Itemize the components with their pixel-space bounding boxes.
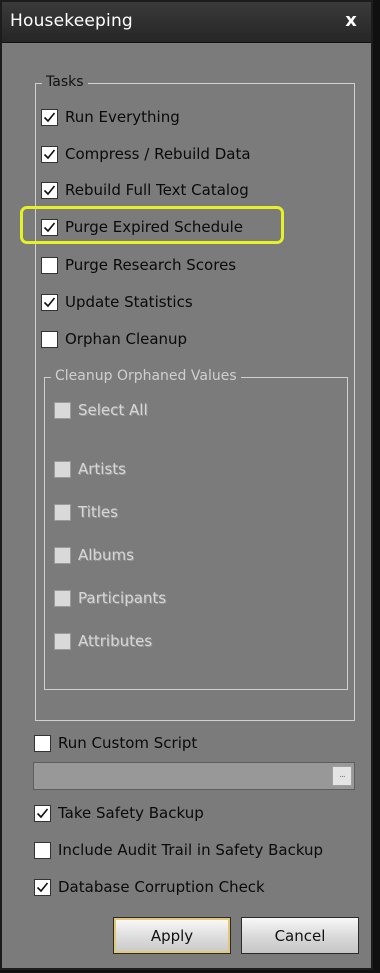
checkbox-box[interactable] — [54, 503, 71, 521]
checkbox-label: Purge Expired Schedule — [65, 218, 244, 236]
checkbox-label: Update Statistics — [65, 293, 193, 311]
checkbox-label: Select All — [78, 401, 148, 419]
checkbox-box[interactable] — [54, 401, 71, 419]
checkbox-run-everything[interactable]: Run Everything — [41, 106, 180, 128]
checkbox-label: Compress / Rebuild Data — [65, 145, 251, 163]
checkbox-label: Run Custom Script — [58, 734, 198, 752]
checkbox-box[interactable] — [41, 181, 58, 199]
checkbox-box[interactable] — [41, 293, 58, 311]
dialog-title: Housekeeping — [10, 11, 133, 31]
checkbox-purge-research-scores[interactable]: Purge Research Scores — [41, 254, 236, 276]
checkbox-box[interactable] — [54, 546, 71, 564]
tasks-legend: Tasks — [42, 74, 88, 90]
checkbox-compress-rebuild-data[interactable]: Compress / Rebuild Data — [41, 143, 251, 165]
checkbox-artists[interactable]: Artists — [54, 458, 126, 480]
check-icon — [43, 221, 56, 232]
checkbox-label: Participants — [78, 589, 167, 607]
check-icon — [43, 184, 56, 195]
close-button[interactable]: x — [341, 10, 361, 32]
checkbox-take-safety-backup[interactable]: Take Safety Backup — [34, 802, 204, 824]
checkbox-box[interactable] — [41, 108, 58, 126]
checkbox-label: Orphan Cleanup — [65, 330, 188, 348]
checkbox-label: Titles — [78, 503, 118, 521]
checkbox-attributes[interactable]: Attributes — [54, 630, 152, 652]
title-bar[interactable]: Housekeeping x — [2, 2, 371, 43]
checkbox-include-audit-trail[interactable]: Include Audit Trail in Safety Backup — [34, 839, 323, 861]
checkbox-select-all[interactable]: Select All — [54, 399, 148, 421]
custom-script-path-input[interactable]: ... — [33, 762, 355, 790]
checkbox-label: Attributes — [78, 632, 153, 650]
check-icon — [36, 807, 49, 818]
checkbox-label: Rebuild Full Text Catalog — [65, 181, 249, 199]
apply-button[interactable]: Apply — [113, 917, 231, 954]
checkbox-box[interactable] — [34, 878, 51, 896]
checkbox-update-statistics[interactable]: Update Statistics — [41, 291, 193, 313]
housekeeping-dialog: Housekeeping x Tasks Run Everything Comp… — [0, 0, 373, 970]
checkbox-box[interactable] — [54, 632, 71, 650]
checkbox-orphan-cleanup[interactable]: Orphan Cleanup — [41, 328, 187, 350]
checkbox-label: Purge Research Scores — [65, 256, 237, 274]
close-icon: x — [345, 10, 357, 31]
checkbox-box[interactable] — [34, 804, 51, 822]
checkbox-participants[interactable]: Participants — [54, 587, 166, 609]
checkbox-box[interactable] — [41, 330, 58, 348]
check-icon — [43, 111, 56, 122]
checkbox-run-custom-script[interactable]: Run Custom Script — [34, 732, 197, 754]
checkbox-box[interactable] — [54, 460, 71, 478]
checkbox-box[interactable] — [34, 841, 51, 859]
checkbox-box[interactable] — [41, 145, 58, 163]
checkbox-box[interactable] — [34, 734, 51, 752]
checkbox-label: Take Safety Backup — [58, 804, 204, 822]
checkbox-label: Run Everything — [65, 108, 180, 126]
check-icon — [43, 148, 56, 159]
checkbox-purge-expired-schedule[interactable]: Purge Expired Schedule — [41, 216, 243, 238]
checkbox-label: Database Corruption Check — [58, 878, 265, 896]
checkbox-database-corruption-check[interactable]: Database Corruption Check — [34, 876, 265, 898]
checkbox-albums[interactable]: Albums — [54, 544, 134, 566]
checkbox-rebuild-full-text-catalog[interactable]: Rebuild Full Text Catalog — [41, 179, 249, 201]
checkbox-label: Albums — [78, 546, 134, 564]
checkbox-box[interactable] — [41, 256, 58, 274]
cancel-button[interactable]: Cancel — [241, 917, 359, 954]
checkbox-box[interactable] — [54, 589, 71, 607]
checkbox-label: Artists — [78, 460, 126, 478]
checkbox-box[interactable] — [41, 218, 58, 236]
checkbox-label: Include Audit Trail in Safety Backup — [58, 841, 324, 859]
check-icon — [36, 881, 49, 892]
ellipsis-icon: ... — [339, 770, 346, 780]
cleanup-legend: Cleanup Orphaned Values — [51, 368, 241, 384]
checkbox-titles[interactable]: Titles — [54, 501, 118, 523]
browse-button[interactable]: ... — [332, 766, 352, 786]
check-icon — [43, 296, 56, 307]
